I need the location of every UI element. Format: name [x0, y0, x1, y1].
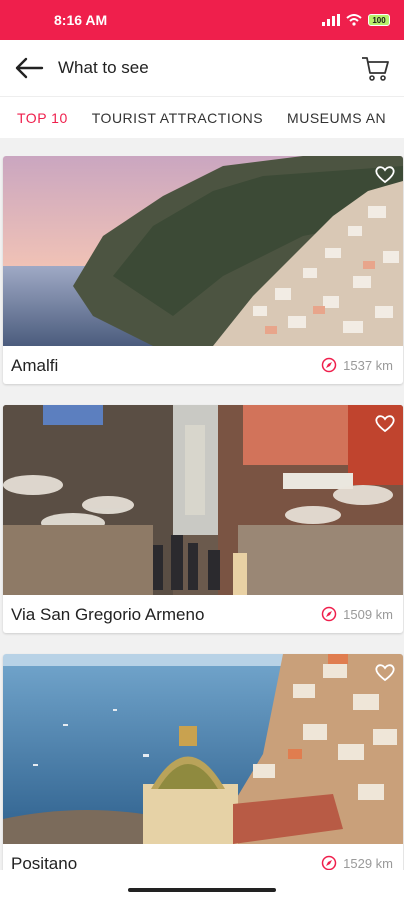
- back-button[interactable]: [14, 52, 46, 84]
- system-nav-bar: [0, 870, 404, 900]
- signal-icon: [322, 14, 340, 26]
- attraction-list: Amalfi 1537 km Via San Gregorio Armeno 1…: [0, 156, 404, 870]
- attraction-distance: 1509 km: [321, 606, 393, 622]
- heart-icon[interactable]: [373, 660, 397, 684]
- attraction-card[interactable]: Amalfi 1537 km: [3, 156, 403, 384]
- distance-text: 1529 km: [343, 855, 393, 871]
- attraction-distance: 1529 km: [321, 855, 393, 870]
- category-tabs: TOP 10 TOURIST ATTRACTIONS MUSEUMS AN: [0, 96, 404, 138]
- attraction-name: Positano: [11, 854, 78, 870]
- cart-button[interactable]: [360, 53, 390, 83]
- wifi-icon: [346, 14, 362, 26]
- arrow-left-icon: [15, 57, 44, 79]
- attraction-name: Via San Gregorio Armeno: [11, 605, 205, 624]
- attraction-photo: [3, 156, 403, 346]
- tab-museums[interactable]: MUSEUMS AN: [275, 110, 398, 126]
- page-title: What to see: [58, 58, 149, 77]
- distance-text: 1509 km: [343, 606, 393, 622]
- attraction-card[interactable]: Positano 1529 km: [3, 654, 403, 870]
- status-bar: 8:16 AM 100: [0, 0, 404, 40]
- compass-icon: [321, 606, 337, 622]
- attraction-distance: 1537 km: [321, 357, 393, 373]
- status-time: 8:16 AM: [54, 12, 108, 28]
- heart-icon[interactable]: [373, 411, 397, 435]
- home-indicator[interactable]: [128, 888, 276, 892]
- cart-icon: [362, 57, 389, 81]
- battery-icon: 100: [368, 14, 390, 26]
- attraction-photo: [3, 405, 403, 595]
- compass-icon: [321, 855, 337, 870]
- heart-icon[interactable]: [373, 162, 397, 186]
- status-icons: 100: [322, 14, 390, 26]
- app-header: What to see: [0, 40, 404, 96]
- attraction-card[interactable]: Via San Gregorio Armeno 1509 km: [3, 405, 403, 633]
- tab-tourist-attractions[interactable]: TOURIST ATTRACTIONS: [80, 110, 275, 126]
- compass-icon: [321, 357, 337, 373]
- attraction-photo: [3, 654, 403, 844]
- attraction-name: Amalfi: [11, 356, 59, 375]
- tab-top-10[interactable]: TOP 10: [0, 110, 80, 126]
- distance-text: 1537 km: [343, 357, 393, 373]
